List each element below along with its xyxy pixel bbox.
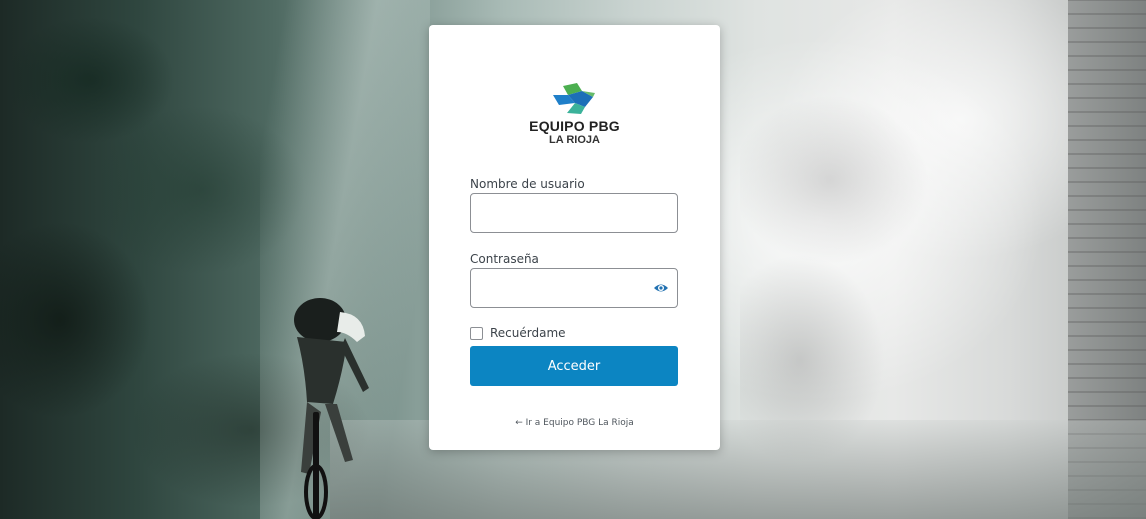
login-card: EQUIPO PBG LA RIOJA Nombre de usuario Co… [429,25,720,450]
cyclist-silhouette [294,298,369,519]
logo-subtitle: LA RIOJA [549,134,600,146]
remember-label: Recuérdame [490,326,566,340]
site-logo[interactable]: EQUIPO PBG LA RIOJA [429,83,720,146]
logo-mark-icon [552,83,595,114]
remember-me[interactable]: Recuérdame [470,325,566,341]
password-input[interactable] [470,268,678,308]
login-button[interactable]: Acceder [470,346,678,386]
back-to-site-link[interactable]: ← Ir a Equipo PBG La Rioja [429,418,720,428]
username-input[interactable] [470,193,678,233]
logo-title: EQUIPO PBG [529,118,620,134]
username-label: Nombre de usuario [470,177,585,191]
forest-right [740,60,1040,460]
eye-icon[interactable] [653,280,669,296]
remember-checkbox[interactable] [470,326,483,340]
password-label: Contraseña [470,252,539,266]
